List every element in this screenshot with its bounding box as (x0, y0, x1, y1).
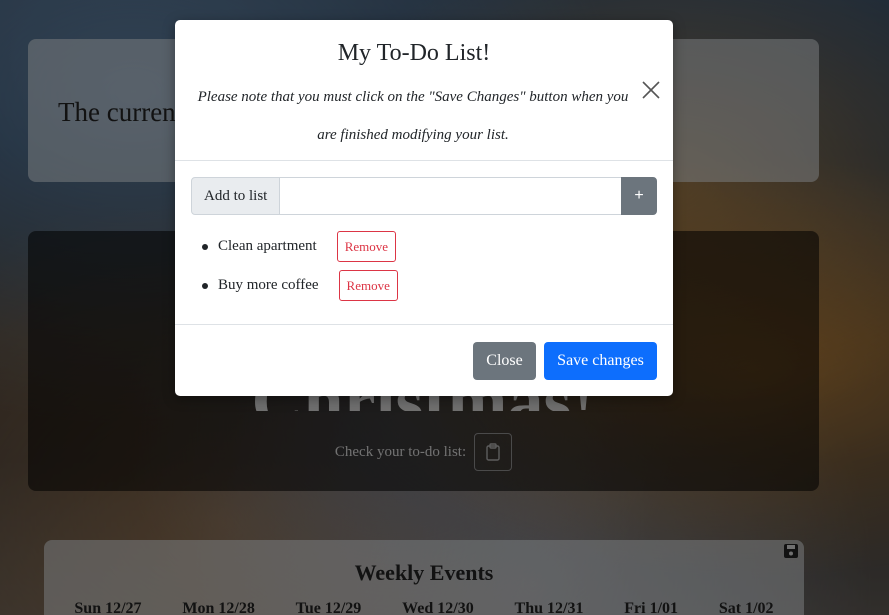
todo-modal: My To-Do List! Please note that you must… (175, 20, 673, 396)
modal-body: Add to list + Clean apartment Remove Buy… (175, 161, 673, 325)
list-item: Clean apartment Remove (202, 231, 398, 262)
close-button[interactable]: Close (473, 342, 536, 380)
modal-footer: Close Save changes (175, 326, 673, 396)
add-item-button[interactable]: + (621, 177, 657, 215)
close-icon[interactable] (641, 80, 661, 100)
todo-list: Clean apartment Remove Buy more coffee R… (202, 231, 398, 309)
add-item-input[interactable] (280, 177, 621, 215)
modal-title: My To-Do List! (337, 40, 491, 66)
bullet-icon (202, 243, 208, 250)
add-item-group: Add to list + (191, 177, 657, 215)
list-item: Buy more coffee Remove (202, 270, 398, 301)
add-to-list-label: Add to list (191, 177, 281, 215)
remove-button[interactable]: Remove (336, 231, 397, 262)
modal-note: Please note that you must click on the "… (197, 89, 629, 143)
todo-item-text: Buy more coffee (218, 277, 319, 293)
remove-button[interactable]: Remove (338, 270, 398, 301)
bullet-icon (202, 282, 208, 289)
todo-item-text: Clean apartment (218, 238, 317, 254)
modal-header: My To-Do List! Please note that you must… (175, 20, 673, 161)
save-changes-button[interactable]: Save changes (544, 342, 657, 380)
